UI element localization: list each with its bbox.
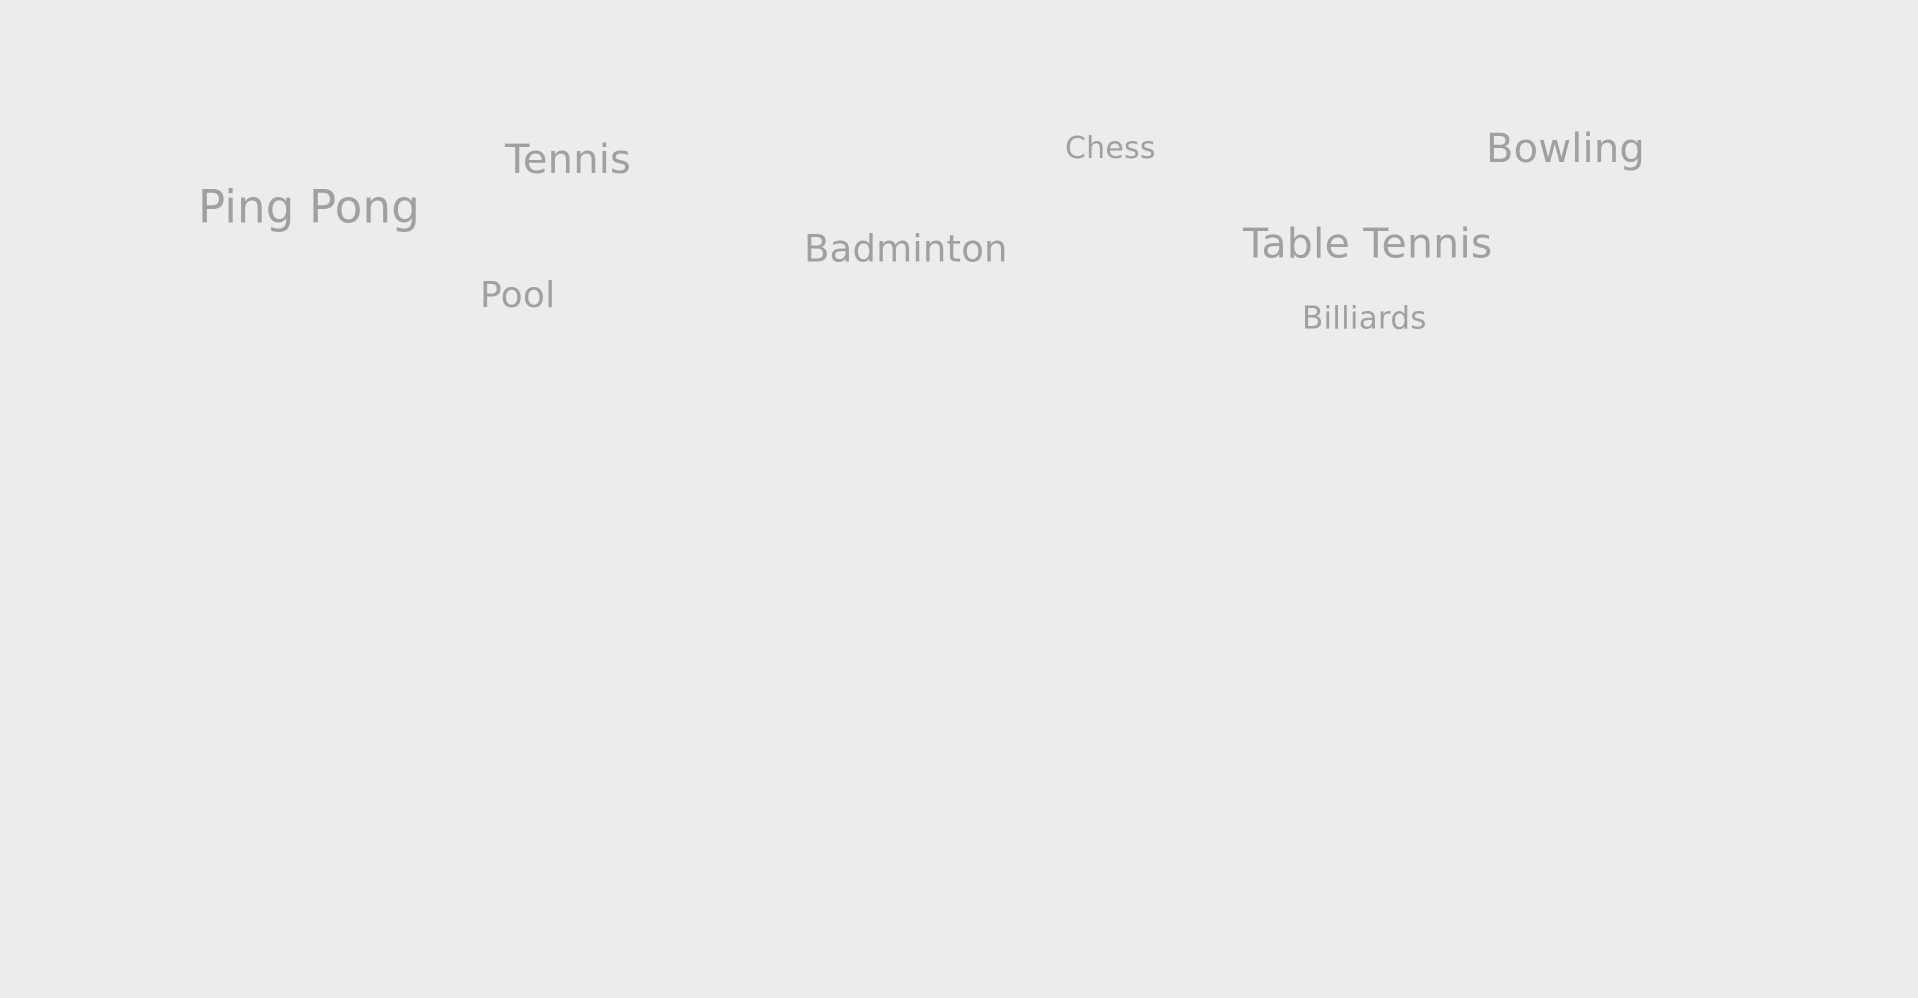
word-badminton[interactable]: Badminton <box>804 231 1008 268</box>
word-chess[interactable]: Chess <box>1065 134 1156 164</box>
word-ping-pong[interactable]: Ping Pong <box>198 185 420 230</box>
word-bowling[interactable]: Bowling <box>1486 129 1645 169</box>
word-cloud-canvas: Ping Pong Tennis Pool Badminton Chess Ta… <box>0 0 1918 998</box>
word-billiards[interactable]: Billiards <box>1302 303 1427 335</box>
word-table-tennis[interactable]: Table Tennis <box>1243 223 1492 265</box>
word-tennis[interactable]: Tennis <box>505 140 631 180</box>
word-pool[interactable]: Pool <box>480 278 555 314</box>
